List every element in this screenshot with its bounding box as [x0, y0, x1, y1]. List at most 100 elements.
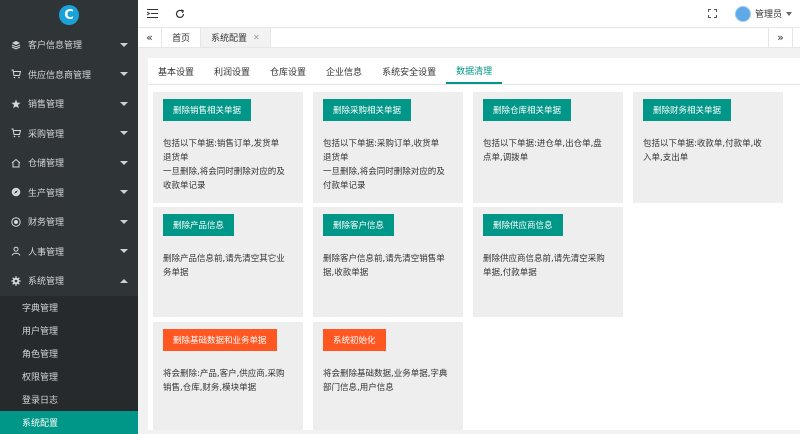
submenu-item-permissions[interactable]: 权限管理 [0, 365, 138, 388]
tab-system-config[interactable]: 系统配置 ✕ [201, 28, 271, 47]
card-desc-line: 点单,调拨单 [483, 153, 529, 163]
sidebar-item-supplier[interactable]: 供应信息商管理 [0, 60, 138, 90]
card-desc-line: 将会删除:产品,客户,供应商,采购 [163, 369, 285, 379]
delete-warehouse-docs-button[interactable]: 删除仓库相关单据 [483, 99, 572, 121]
tab-home[interactable]: 首页 [162, 28, 202, 47]
fullscreen-button[interactable] [699, 0, 727, 28]
sidebar-item-sales[interactable]: 销售管理 [0, 89, 138, 119]
sidebar-item-label: 生产管理 [28, 188, 65, 199]
system-init-button[interactable]: 系统初始化 [323, 329, 386, 351]
cart-icon [10, 127, 22, 139]
sidebar-item-customer[interactable]: 客户信息管理 [0, 30, 138, 60]
cart-icon [10, 68, 22, 80]
compass-icon [10, 186, 22, 198]
card-description: 将会删除基础数据,业务单据,字典 部门信息,用户信息 [323, 367, 455, 395]
tabs-scroll-right-button[interactable]: » [768, 28, 792, 47]
chevron-down-icon [120, 190, 128, 195]
sidebar-item-label: 客户信息管理 [28, 41, 83, 52]
sidebar-item-warehouse[interactable]: 仓储管理 [0, 148, 138, 178]
card-desc-line: 退货单 [163, 153, 189, 163]
main-content: 基本设置 利润设置 仓库设置 企业信息 系统安全设置 数据清理 删除销售相关单据… [148, 58, 800, 430]
delete-products-button[interactable]: 删除产品信息 [163, 214, 235, 236]
chevron-down-icon [120, 131, 128, 136]
cleanup-card-warehouse: 删除仓库相关单据 包括以下单据:进仓单,出仓单,盘 点单,调拨单 [473, 92, 623, 203]
submenu-item-users[interactable]: 用户管理 [0, 319, 138, 342]
sidebar-item-purchase[interactable]: 采购管理 [0, 119, 138, 149]
delete-purchase-docs-button[interactable]: 删除采购相关单据 [323, 99, 412, 121]
tab-basic-settings[interactable]: 基本设置 [148, 58, 204, 84]
card-desc-line: 将会删除基础数据,业务单据,字典 [323, 369, 448, 379]
card-desc-line: 一旦删除,将会同时删除对应的及 [163, 167, 285, 177]
fullscreen-icon [708, 9, 718, 18]
logo-icon: C [59, 5, 79, 25]
tab-security-settings[interactable]: 系统安全设置 [372, 58, 446, 84]
tab-label: 系统配置 [211, 34, 248, 44]
card-description: 删除供应商信息前,请先清空采购 单据,付款单据 [483, 252, 615, 280]
sidebar-item-label: 财务管理 [28, 218, 65, 229]
cleanup-card-suppliers: 删除供应商信息 删除供应商信息前,请先清空采购 单据,付款单据 [473, 207, 623, 317]
page-tabs-bar: « 首页 系统配置 ✕ » [138, 28, 800, 48]
sidebar-item-label: 销售管理 [28, 100, 65, 111]
user-menu[interactable]: 管理员 [727, 0, 800, 28]
indent-icon [146, 9, 158, 18]
tab-profit-settings[interactable]: 利润设置 [204, 58, 260, 84]
header-right: 管理员 [699, 0, 800, 28]
close-icon[interactable]: ✕ [253, 33, 260, 42]
card-desc-line: 删除客户信息前,请先清空销售单 [323, 254, 445, 264]
card-desc-line: 收款单记录 [163, 181, 206, 191]
card-desc-line: 包括以下单据:采购订单,收货单 [323, 139, 440, 149]
cleanup-card-init: 系统初始化 将会删除基础数据,业务单据,字典 部门信息,用户信息 [313, 322, 463, 430]
refresh-button[interactable] [166, 0, 194, 28]
card-description: 包括以下单据:采购订单,收货单 退货单 一旦删除,将会同时删除对应的及 付款单记… [323, 137, 455, 193]
tab-company-info[interactable]: 企业信息 [316, 58, 372, 84]
menu-toggle-button[interactable] [138, 0, 166, 28]
card-desc-line: 单据,付款单据 [483, 268, 537, 278]
cleanup-card-purchase: 删除采购相关单据 包括以下单据:采购订单,收货单 退货单 一旦删除,将会同时删除… [313, 92, 463, 203]
chevron-down-icon [120, 249, 128, 254]
double-chevron-left-icon: « [146, 31, 153, 44]
tabs-end: » [768, 28, 800, 47]
delete-all-data-button[interactable]: 删除基础数据和业务单据 [163, 329, 277, 351]
avatar [734, 5, 751, 22]
logo[interactable]: C [0, 0, 138, 30]
sidebar-item-production[interactable]: 生产管理 [0, 178, 138, 208]
chevron-up-icon [120, 278, 128, 283]
card-desc-line: 务单据 [163, 268, 189, 278]
sidebar-item-label: 采购管理 [28, 129, 65, 140]
card-desc-line: 付款单记录 [323, 181, 366, 191]
chevron-down-icon [120, 101, 128, 106]
tab-data-cleanup[interactable]: 数据清理 [446, 58, 503, 84]
sidebar-item-system[interactable]: 系统管理 [0, 266, 138, 296]
cleanup-card-customers: 删除客户信息 删除客户信息前,请先清空销售单 据,收款单据 [313, 207, 463, 317]
delete-finance-docs-button[interactable]: 删除财务相关单据 [643, 99, 732, 121]
submenu-item-roles[interactable]: 角色管理 [0, 342, 138, 365]
card-desc-line: 包括以下单据:进仓单,出仓单,盘 [483, 139, 602, 149]
sidebar-item-hr[interactable]: 人事管理 [0, 237, 138, 267]
card-description: 包括以下单据:进仓单,出仓单,盘 点单,调拨单 [483, 137, 615, 165]
cleanup-card-products: 删除产品信息 删除产品信息前,请先清空其它业 务单据 [153, 207, 303, 317]
tab-warehouse-settings[interactable]: 仓库设置 [260, 58, 316, 84]
chevron-down-icon [120, 72, 128, 77]
card-description: 删除产品信息前,请先清空其它业 务单据 [163, 252, 295, 280]
card-description: 将会删除:产品,客户,供应商,采购 销售,仓库,财务,模块单据 [163, 367, 295, 395]
user-icon [10, 245, 22, 257]
delete-customers-button[interactable]: 删除客户信息 [323, 214, 395, 236]
tabs-more-button[interactable] [792, 28, 800, 47]
delete-sales-docs-button[interactable]: 删除销售相关单据 [163, 99, 252, 121]
target-icon [10, 216, 22, 228]
submenu-item-system-config[interactable]: 系统配置 [0, 410, 138, 434]
card-desc-line: 包括以下单据:收款单,付款单,收 [643, 139, 762, 149]
sidebar-item-label: 供应信息商管理 [28, 70, 92, 81]
star-icon [10, 98, 22, 110]
card-desc-line: 据,收款单据 [323, 268, 369, 278]
submenu-item-login-log[interactable]: 登录日志 [0, 388, 138, 411]
submenu-item-dictionary[interactable]: 字典管理 [0, 296, 138, 319]
layers-icon [10, 39, 22, 51]
tabs-scroll-left-button[interactable]: « [138, 28, 162, 47]
delete-suppliers-button[interactable]: 删除供应商信息 [483, 214, 563, 236]
card-desc-line: 部门信息,用户信息 [323, 383, 394, 393]
sidebar: C 客户信息管理 供应信息商管理 销售管理 采购管理 仓储管理 生产管理 财务管… [0, 0, 138, 434]
card-desc-line: 一旦删除,将会同时删除对应的及 [323, 167, 445, 177]
sidebar-item-finance[interactable]: 财务管理 [0, 207, 138, 237]
chevron-down-icon [120, 42, 128, 47]
